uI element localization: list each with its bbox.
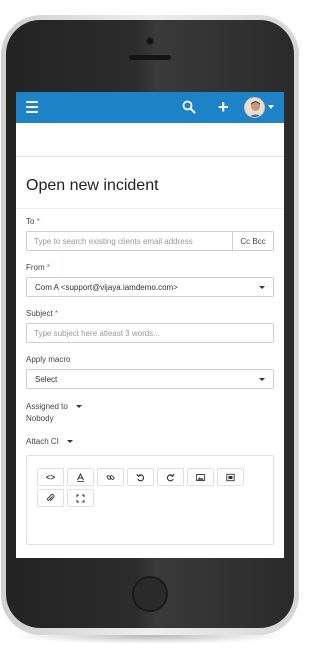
from-label: From * (26, 263, 51, 272)
avatar[interactable] (244, 97, 265, 118)
from-select[interactable]: Com A <support@vijaya.iamdemo.com> (26, 277, 274, 297)
to-label: To * (26, 217, 40, 226)
cc-bcc-button[interactable]: Cc Bcc (233, 231, 274, 251)
sub-header (16, 123, 284, 157)
dropdown-arrow-icon (259, 285, 265, 289)
speaker-grille (129, 55, 171, 60)
chevron-down-icon (75, 405, 82, 409)
fullscreen-icon[interactable] (67, 489, 94, 507)
home-button[interactable] (132, 576, 168, 612)
media-icon[interactable] (217, 468, 244, 486)
code-icon[interactable]: <> (37, 468, 64, 486)
chevron-down-icon[interactable] (268, 105, 274, 109)
to-placeholder: Type to search existing clients email ad… (34, 236, 193, 246)
incident-form: To * Type to search existing clients ema… (16, 209, 284, 545)
link-icon[interactable] (97, 468, 124, 486)
attachment-icon[interactable] (37, 489, 64, 507)
page-title: Open new incident (16, 157, 284, 209)
macro-value: Select (35, 374, 58, 384)
undo-icon[interactable] (127, 468, 154, 486)
required-mark: * (36, 217, 40, 226)
image-icon[interactable] (187, 468, 214, 486)
rich-text-editor[interactable]: <> (26, 455, 274, 545)
camera-icon (146, 37, 154, 45)
editor-toolbar-row: <> (37, 468, 273, 486)
macro-select[interactable]: Select (26, 369, 274, 389)
subject-label: Subject * (26, 309, 59, 318)
assigned-value: Nobody (26, 414, 54, 423)
subject-placeholder: Type subject here atleast 3 words... (34, 328, 160, 338)
required-mark: * (54, 309, 59, 318)
assigned-to-dropdown[interactable]: Assigned to (26, 401, 274, 413)
hamburger-menu-icon[interactable] (26, 101, 38, 113)
chevron-down-icon (66, 440, 73, 444)
dropdown-arrow-icon (259, 377, 265, 381)
editor-toolbar-row (37, 489, 273, 507)
assigned-to-section: Assigned to Nobody (26, 401, 274, 425)
subject-input[interactable]: Type subject here atleast 3 words... (26, 323, 274, 343)
required-mark: * (46, 263, 51, 272)
to-field-row: Type to search existing clients email ad… (26, 231, 274, 251)
redo-icon[interactable] (157, 468, 184, 486)
app-screen: + Open new incident To * Type to search … (16, 92, 284, 558)
add-icon[interactable]: + (218, 98, 229, 116)
to-email-input[interactable]: Type to search existing clients email ad… (26, 231, 233, 251)
macro-label: Apply macro (26, 355, 71, 364)
text-format-icon[interactable] (67, 468, 94, 486)
search-icon[interactable] (182, 100, 196, 114)
top-navbar: + (16, 92, 284, 123)
attach-ci-dropdown[interactable]: Attach CI (26, 437, 274, 446)
from-value: Com A <support@vijaya.iamdemo.com> (35, 282, 178, 292)
